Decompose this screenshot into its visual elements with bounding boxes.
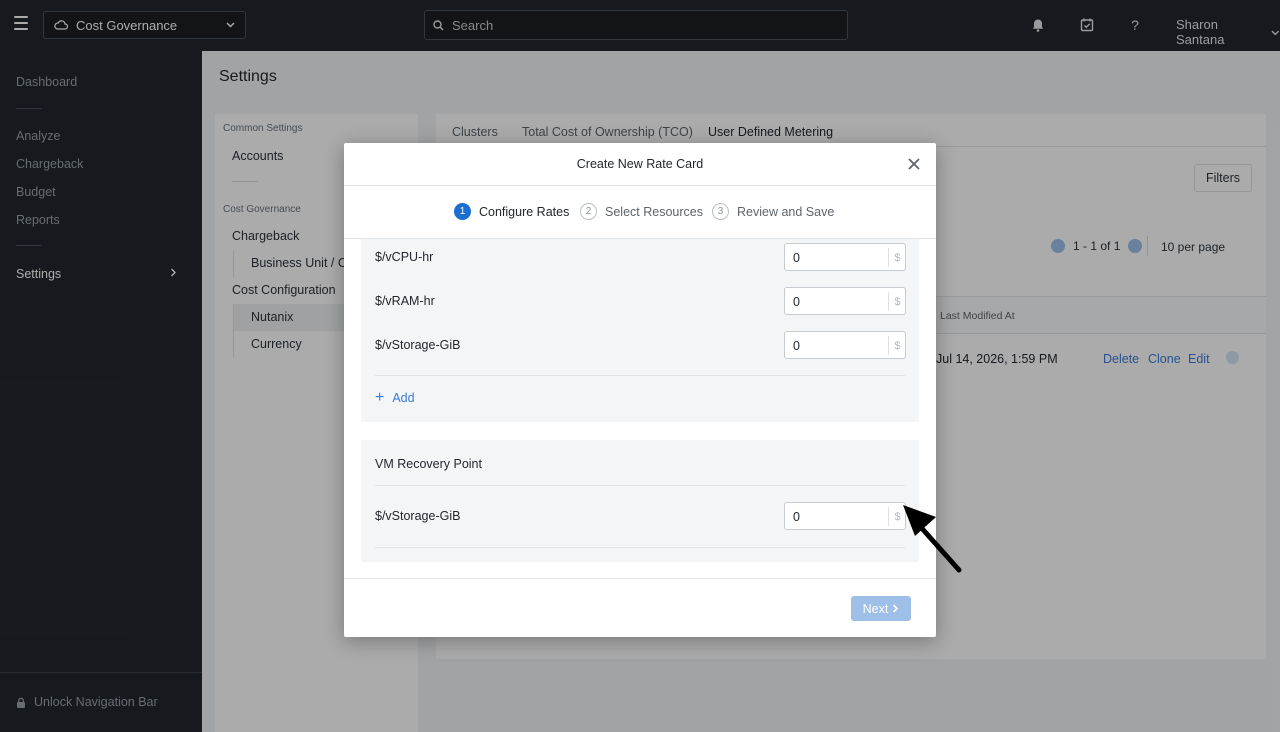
- rate-value: 0: [793, 251, 800, 265]
- next-label: Next: [862, 601, 889, 616]
- rate-label: $/vStorage-GiB: [375, 509, 461, 523]
- modal-title: Create New Rate Card: [576, 157, 704, 171]
- rate-label: $/vCPU-hr: [375, 250, 434, 264]
- rate-row: $/vCPU-hr 0 $: [375, 243, 906, 271]
- rate-value: 0: [793, 295, 800, 309]
- vram-rate-input[interactable]: 0 $: [784, 287, 906, 315]
- next-button[interactable]: Next: [851, 596, 911, 621]
- modal-footer: Next: [344, 578, 936, 637]
- step-review-and-save[interactable]: 3 Review and Save: [712, 203, 834, 220]
- chevron-right-icon: [893, 604, 899, 613]
- rate-value: 0: [793, 510, 800, 524]
- rate-row: $/vRAM-hr 0 $: [375, 287, 906, 315]
- currency-symbol: $: [888, 336, 906, 355]
- divider: [375, 485, 905, 486]
- divider: [375, 547, 905, 548]
- step-configure-rates[interactable]: 1 Configure Rates: [454, 203, 569, 220]
- vstorage-rate-input[interactable]: 0 $: [784, 331, 906, 359]
- wizard-steps: 1 Configure Rates 2 Select Resources 3 R…: [344, 186, 936, 239]
- rate-row: $/vStorage-GiB 0 $: [375, 502, 906, 530]
- step-number: 2: [580, 203, 597, 220]
- section-title: VM Recovery Point: [375, 457, 482, 471]
- annotation-arrow-icon: [903, 505, 962, 573]
- add-rate-button[interactable]: + Add: [375, 389, 415, 406]
- vm-recovery-point-section: VM Recovery Point $/vStorage-GiB 0 $: [361, 440, 919, 562]
- step-label: Select Resources: [605, 204, 703, 219]
- plus-icon: +: [375, 389, 385, 406]
- vcpu-rate-input[interactable]: 0 $: [784, 243, 906, 271]
- create-rate-card-dialog: Create New Rate Card 1 Configure Rates 2…: [344, 143, 936, 637]
- recovery-vstorage-rate-input[interactable]: 0 $: [784, 502, 906, 530]
- step-label: Review and Save: [737, 204, 835, 219]
- close-icon[interactable]: [907, 157, 921, 171]
- add-label: Add: [392, 391, 415, 405]
- step-select-resources[interactable]: 2 Select Resources: [580, 203, 703, 220]
- currency-symbol: $: [888, 248, 906, 267]
- step-number: 1: [454, 203, 471, 220]
- rate-label: $/vRAM-hr: [375, 294, 435, 308]
- rate-value: 0: [793, 339, 800, 353]
- rate-row: $/vStorage-GiB 0 $: [375, 331, 906, 359]
- rate-label: $/vStorage-GiB: [375, 338, 461, 352]
- step-label: Configure Rates: [479, 204, 570, 219]
- modal-header: Create New Rate Card: [344, 143, 936, 186]
- modal-body: $/vCPU-hr 0 $ $/vRAM-hr 0 $ $/vStorage-G…: [344, 239, 936, 578]
- vm-rates-section: $/vCPU-hr 0 $ $/vRAM-hr 0 $ $/vStorage-G…: [361, 239, 919, 422]
- divider: [375, 375, 905, 376]
- currency-symbol: $: [888, 292, 906, 311]
- step-number: 3: [712, 203, 729, 220]
